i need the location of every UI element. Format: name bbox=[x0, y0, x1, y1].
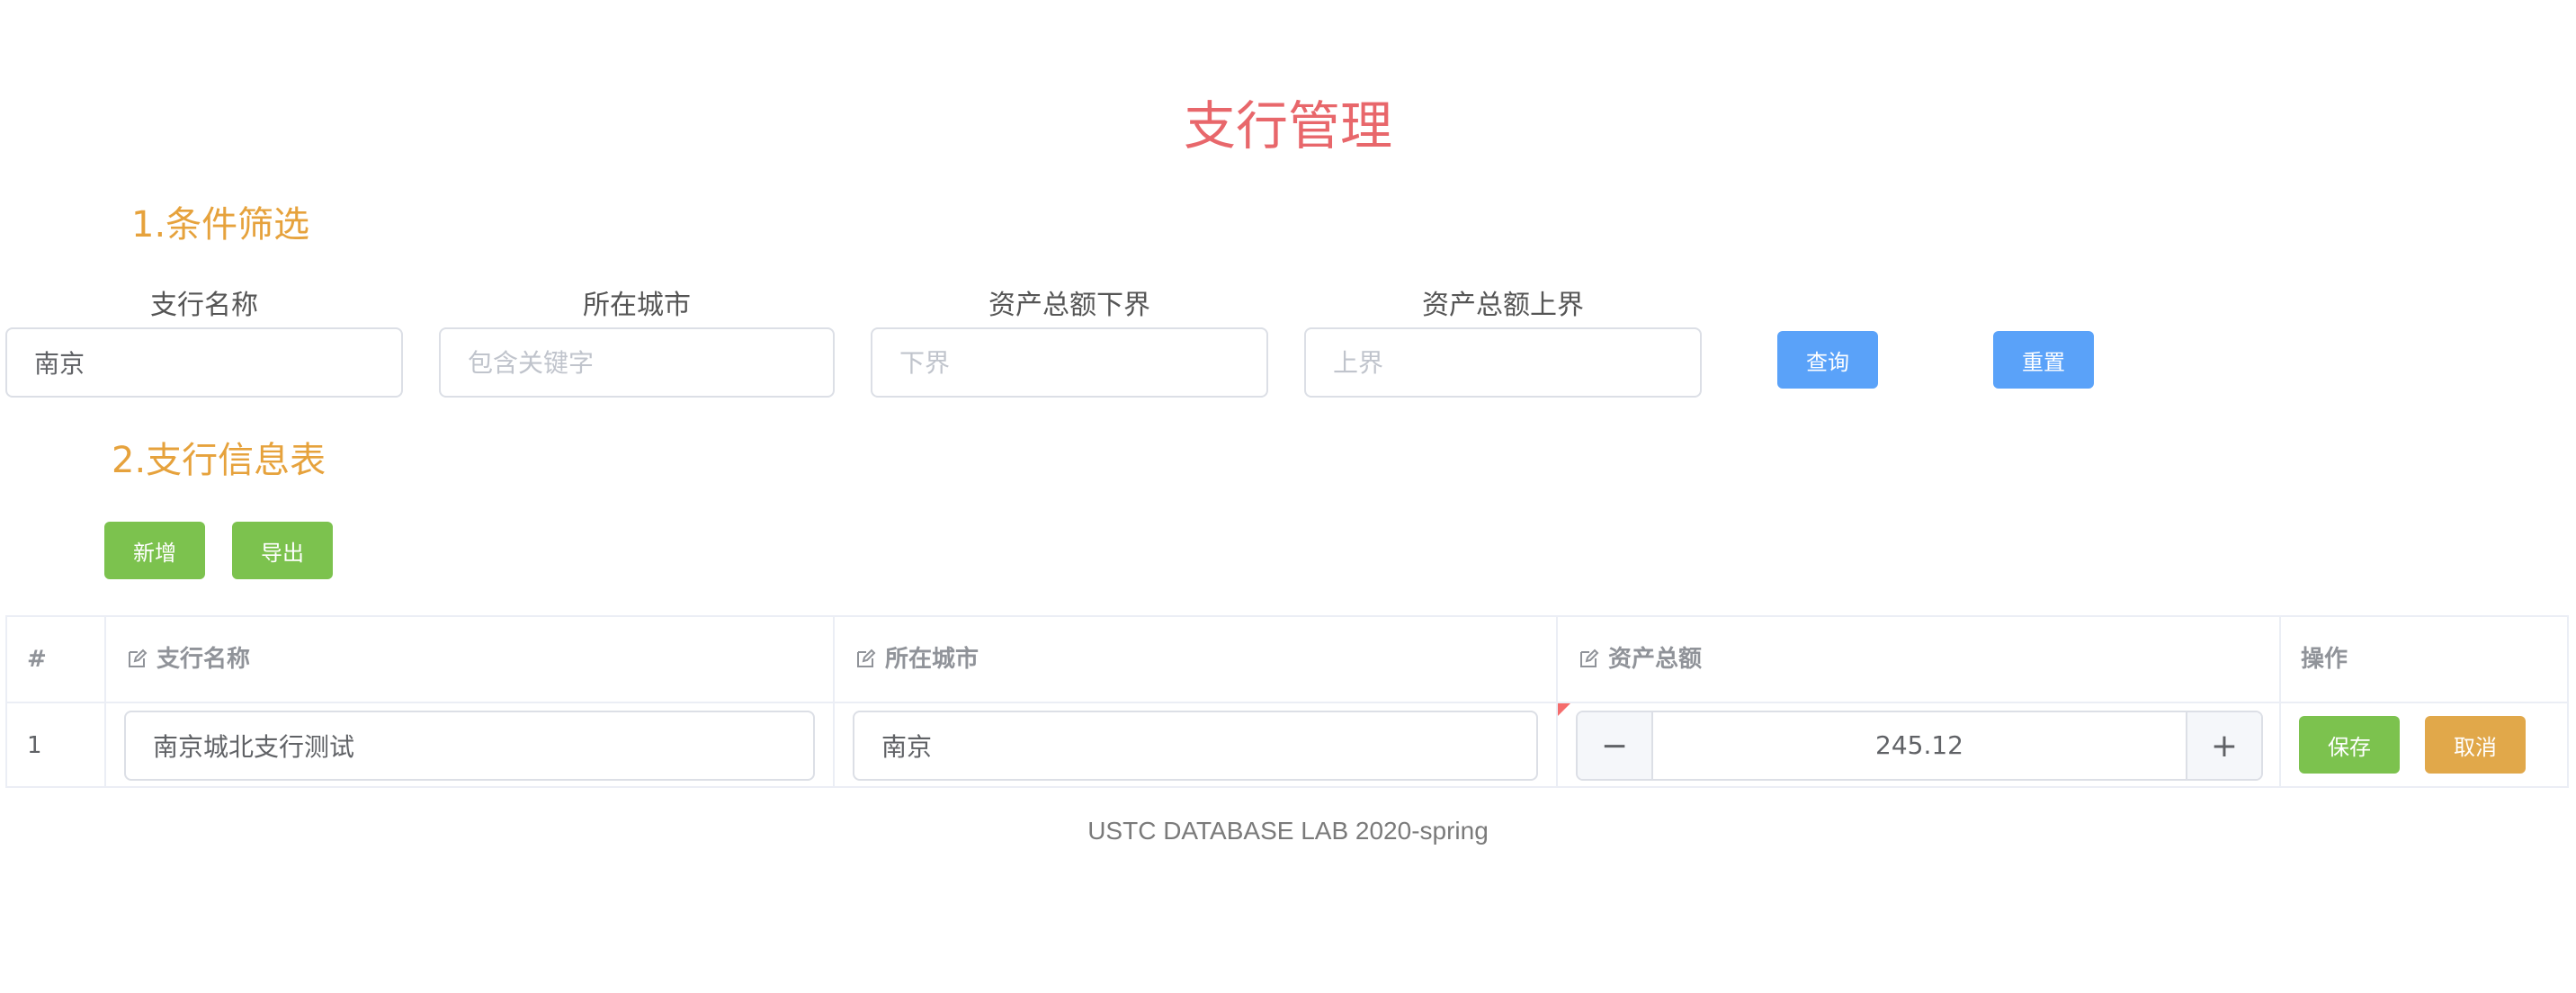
branch-table: # 支行名称 所在城市 资产总额 操作 1 南京城北支行测试 南京 − 245.… bbox=[5, 615, 2569, 788]
table-section-title: 2.支行信息表 bbox=[112, 440, 326, 481]
assets-value[interactable]: 245.12 bbox=[1653, 712, 2186, 779]
column-divider bbox=[104, 617, 106, 786]
branch-name-filter-input[interactable] bbox=[5, 327, 403, 398]
cancel-button[interactable]: 取消 bbox=[2425, 716, 2526, 774]
filter-label-city: 所在城市 bbox=[583, 290, 691, 321]
filter-label-assets-min: 资产总额下界 bbox=[988, 290, 1150, 321]
column-divider bbox=[833, 617, 835, 786]
assets-max-input[interactable] bbox=[1304, 327, 1702, 398]
edit-icon bbox=[857, 649, 876, 667]
minus-icon[interactable]: − bbox=[1578, 712, 1653, 779]
row-city-input[interactable] bbox=[853, 711, 1538, 781]
header-cell-index: # bbox=[27, 617, 47, 702]
row-index: 1 bbox=[27, 732, 42, 759]
query-button[interactable]: 查询 bbox=[1777, 331, 1878, 389]
reset-button[interactable]: 重置 bbox=[1993, 331, 2094, 389]
header-assets-label: 资产总额 bbox=[1608, 646, 1703, 673]
header-cell-actions: 操作 bbox=[2301, 617, 2348, 702]
assets-stepper[interactable]: − 245.12 + bbox=[1576, 711, 2263, 781]
header-branch-name-label: 支行名称 bbox=[157, 646, 251, 673]
page-title: 支行管理 bbox=[1183, 95, 1392, 157]
row-branch-name-input[interactable] bbox=[124, 711, 815, 781]
edited-cell-marker bbox=[1558, 703, 1570, 716]
edit-icon bbox=[1580, 649, 1599, 667]
plus-icon[interactable]: + bbox=[2186, 712, 2261, 779]
header-cell-branch-name: 支行名称 bbox=[126, 617, 250, 702]
header-actions-label: 操作 bbox=[2301, 646, 2348, 673]
header-index-label: # bbox=[27, 646, 47, 673]
table-row-divider bbox=[7, 702, 2567, 703]
column-divider bbox=[1556, 617, 1558, 786]
row-index-cell: 1 bbox=[27, 703, 42, 788]
assets-min-input[interactable] bbox=[871, 327, 1268, 398]
header-cell-city: 所在城市 bbox=[854, 617, 979, 702]
filter-label-assets-max: 资产总额上界 bbox=[1422, 290, 1584, 321]
city-filter-input[interactable] bbox=[439, 327, 835, 398]
header-city-label: 所在城市 bbox=[885, 646, 979, 673]
filter-label-branch-name: 支行名称 bbox=[150, 290, 258, 321]
export-button[interactable]: 导出 bbox=[232, 522, 333, 579]
filter-section-title: 1.条件筛选 bbox=[131, 204, 310, 246]
edit-icon bbox=[129, 649, 148, 667]
add-button[interactable]: 新增 bbox=[104, 522, 205, 579]
column-divider bbox=[2279, 617, 2281, 786]
header-cell-assets: 资产总额 bbox=[1578, 617, 1702, 702]
save-button[interactable]: 保存 bbox=[2299, 716, 2400, 774]
footer-text: USTC DATABASE LAB 2020-spring bbox=[1087, 817, 1489, 845]
